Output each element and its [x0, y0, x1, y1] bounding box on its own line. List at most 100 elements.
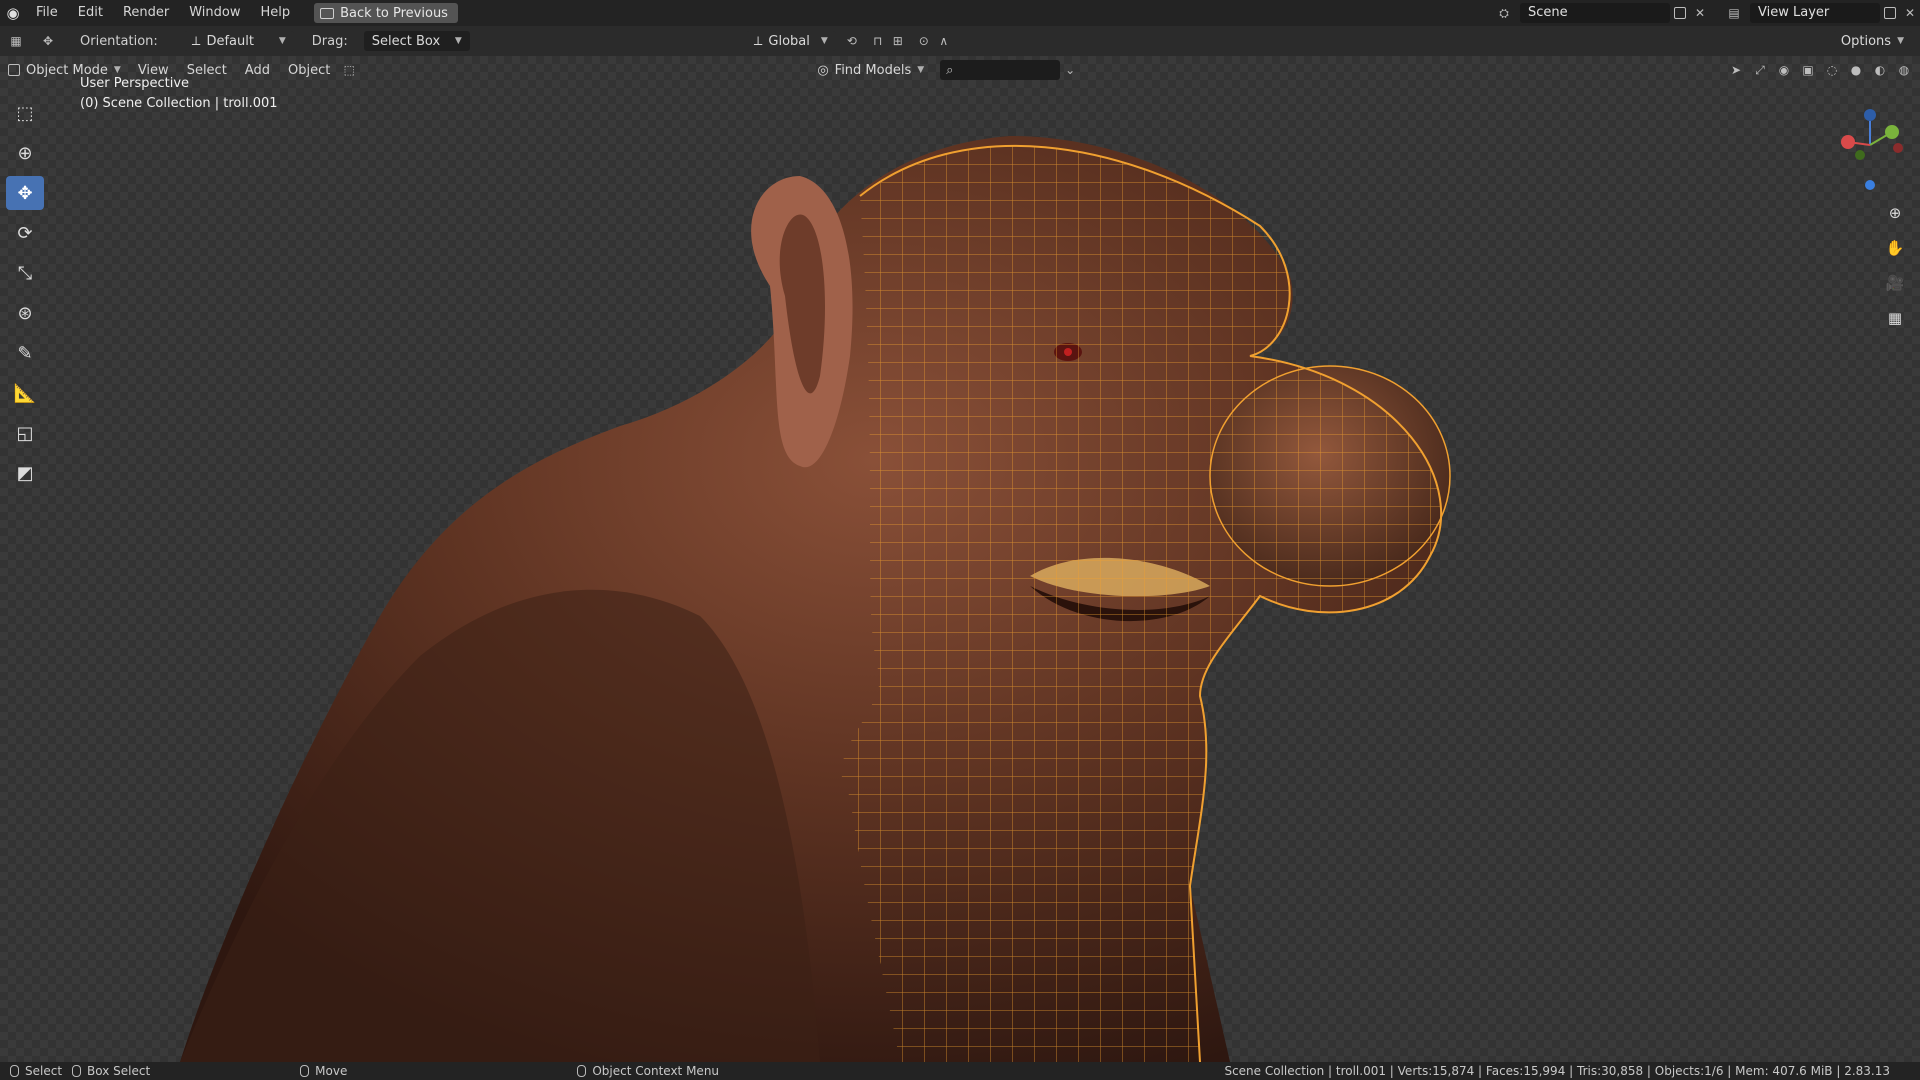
find-models-label: Find Models [834, 62, 912, 78]
annotate-tool-icon[interactable]: ✎ [6, 336, 44, 370]
status-box-select: Box Select [72, 1064, 150, 1078]
rendered-shading-icon[interactable]: ◍ [1894, 60, 1914, 80]
cursor-tool-icon[interactable]: ⊕ [6, 136, 44, 170]
new-view-layer-icon[interactable] [1880, 3, 1900, 23]
menu-file[interactable]: File [26, 0, 68, 26]
visibility-icon[interactable]: ➤ [1726, 60, 1746, 80]
status-select: Select [10, 1064, 62, 1078]
object-mode-dropdown[interactable]: Object Mode ▼ [0, 63, 129, 78]
scene-statistics: Scene Collection | troll.001 | Verts:15,… [1224, 1064, 1890, 1078]
tool-shelf: ⬚ ⊕ ✥ ⟳ ⤡ ⊛ ✎ 📐 ◱ ◩ [6, 96, 46, 490]
status-select-label: Select [25, 1064, 63, 1078]
object-mode-label: Object Mode [26, 62, 108, 78]
find-models-dropdown[interactable]: ◎ Find Models ▼ [809, 63, 932, 78]
menu-add[interactable]: Add [236, 63, 279, 78]
status-move-label: Move [315, 1064, 348, 1078]
tool-settings-header: ▦ ✥ Orientation: ⟂ Default ▼ Drag: Selec… [0, 26, 1920, 56]
chevron-down-icon: ▼ [454, 36, 462, 46]
overlay-toggle-icon[interactable]: ◉ [1774, 60, 1794, 80]
pan-hand-icon[interactable]: ✋ [1882, 235, 1908, 261]
add-cube-tool-icon[interactable]: ◱ [6, 416, 44, 450]
status-context-menu-label: Object Context Menu [592, 1064, 720, 1078]
mouse-middle-icon [300, 1065, 310, 1077]
search-dropdown-icon[interactable]: ⌄ [1060, 60, 1080, 80]
transform-orientation-dropdown[interactable]: ⟂ Global ▼ [745, 31, 836, 51]
3d-viewport[interactable]: User Perspective (0) Scene Collection | … [0, 56, 1920, 1062]
chevron-down-icon: ▼ [1897, 36, 1904, 46]
orientation-dropdown[interactable]: ⟂ Default ▼ [183, 31, 294, 51]
transform-tool-icon[interactable]: ⊛ [6, 296, 44, 330]
orientation-value: Default [206, 33, 254, 49]
mouse-left-icon [10, 1065, 19, 1077]
rotate-tool-icon[interactable]: ⟳ [6, 216, 44, 250]
object-mode-icon [8, 64, 20, 76]
status-bar: Select Box Select Move Object Context Me… [0, 1062, 1920, 1080]
pivot-point-icon[interactable]: ⟲ [842, 31, 862, 51]
transform-affect-icon[interactable]: ⬚ [339, 60, 359, 80]
chevron-down-icon: ▼ [917, 65, 925, 75]
proportional-edit-icon[interactable]: ⊙ [914, 31, 934, 51]
status-move: Move [300, 1064, 347, 1078]
snap-target-icon[interactable]: ⊞ [888, 31, 908, 51]
xray-toggle-icon[interactable]: ▣ [1798, 60, 1818, 80]
perspective-toggle-icon[interactable]: ▦ [1882, 305, 1908, 331]
top-menu-bar: ◉ File Edit Render Window Help Back to P… [0, 0, 1920, 26]
chevron-down-icon: ▼ [278, 36, 286, 46]
global-axis-icon: ⟂ [753, 33, 763, 49]
transform-orientation-value: Global [768, 33, 810, 49]
blender-logo-icon[interactable]: ◉ [0, 0, 26, 26]
axis-icon: ⟂ [191, 33, 201, 49]
options-label: Options [1840, 33, 1892, 49]
screen-icon [320, 7, 335, 19]
falloff-icon[interactable]: ∧ [934, 31, 954, 51]
remove-scene-icon[interactable]: ✕ [1690, 3, 1710, 23]
add-primitive-tool-icon[interactable]: ◩ [6, 456, 44, 490]
solid-shading-icon[interactable]: ● [1846, 60, 1866, 80]
zoom-icon[interactable]: ⊕ [1882, 200, 1908, 226]
orientation-label: Orientation: [80, 33, 158, 49]
viewport-header: Object Mode ▼ View Select Add Object ⬚ ◎… [0, 56, 1920, 84]
menu-select[interactable]: Select [178, 63, 236, 78]
back-to-previous-button[interactable]: Back to Previous [314, 3, 458, 23]
menu-help[interactable]: Help [251, 0, 301, 26]
search-icon: ⌕ [946, 62, 954, 78]
remove-view-layer-icon[interactable]: ✕ [1900, 3, 1920, 23]
menu-render[interactable]: Render [113, 0, 179, 26]
scale-tool-icon[interactable]: ⤡ [6, 256, 44, 290]
troll-model[interactable] [0, 56, 1920, 1062]
move-tool-icon[interactable]: ✥ [38, 31, 58, 51]
drag-label: Drag: [311, 33, 348, 49]
options-dropdown[interactable]: Options ▼ [1832, 31, 1912, 51]
new-scene-icon[interactable] [1670, 3, 1690, 23]
drag-value: Select Box [371, 33, 441, 49]
chevron-down-icon: ▼ [113, 65, 121, 75]
status-context-menu: Object Context Menu [577, 1064, 719, 1078]
navigation-widgets: ⊕ ✋ 🎥 ▦ [1820, 90, 1920, 350]
axis-gizmo[interactable] [1830, 100, 1910, 190]
snap-icon[interactable]: ⊓ [868, 31, 888, 51]
globe-icon: ◎ [817, 62, 829, 78]
camera-view-icon[interactable]: 🎥 [1882, 270, 1908, 296]
menu-object[interactable]: Object [279, 63, 339, 78]
viewport-collection-info: (0) Scene Collection | troll.001 [80, 96, 278, 111]
measure-tool-icon[interactable]: 📐 [6, 376, 44, 410]
editor-type-icon[interactable]: ▦ [6, 31, 26, 51]
view-layer-icon[interactable]: ▤ [1724, 3, 1744, 23]
select-box-tool-icon[interactable]: ⬚ [6, 96, 44, 130]
scene-field[interactable]: Scene [1520, 3, 1670, 23]
menu-window[interactable]: Window [179, 0, 250, 26]
material-shading-icon[interactable]: ◐ [1870, 60, 1890, 80]
status-box-select-label: Box Select [87, 1064, 151, 1078]
wireframe-shading-icon[interactable]: ◌ [1822, 60, 1842, 80]
menu-view[interactable]: View [129, 63, 178, 78]
search-input[interactable]: ⌕ [940, 60, 1061, 80]
back-to-previous-label: Back to Previous [340, 5, 448, 21]
view-layer-field[interactable]: View Layer [1750, 3, 1880, 23]
mouse-drag-icon [72, 1065, 82, 1077]
drag-dropdown[interactable]: Select Box ▼ [363, 31, 470, 51]
move-tool-icon[interactable]: ✥ [6, 176, 44, 210]
menu-edit[interactable]: Edit [68, 0, 113, 26]
chevron-down-icon: ▼ [820, 36, 828, 46]
scene-icon[interactable]: ⛭ [1494, 3, 1514, 23]
gizmo-toggle-icon[interactable]: ⤢ [1750, 60, 1770, 80]
